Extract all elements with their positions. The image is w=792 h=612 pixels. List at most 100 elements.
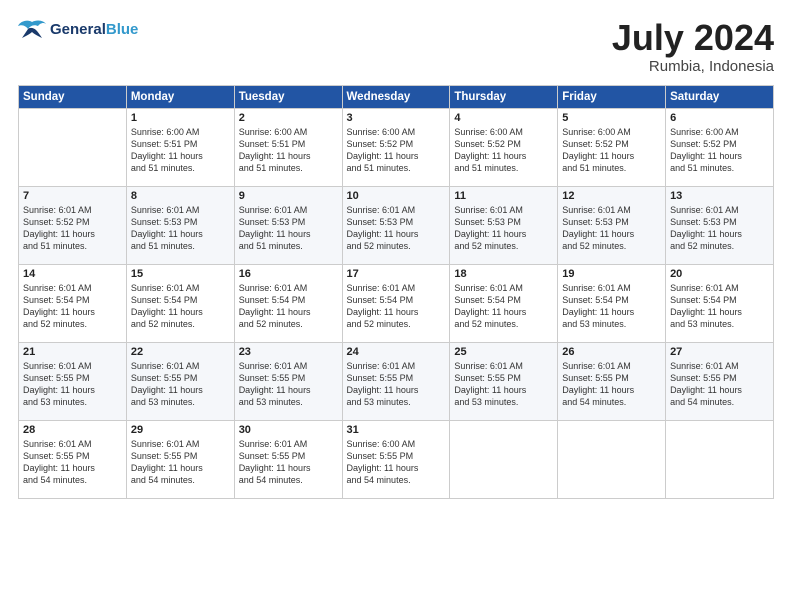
- calendar-cell: 11 Sunrise: 6:01 AM Sunset: 5:53 PM Dayli…: [450, 186, 558, 264]
- calendar-cell: 28 Sunrise: 6:01 AM Sunset: 5:55 PM Dayli…: [19, 420, 127, 498]
- day-number: 23: [239, 346, 338, 358]
- logo-icon: [18, 18, 46, 40]
- day-info: Sunrise: 6:01 AM Sunset: 5:53 PM Dayligh…: [454, 204, 553, 253]
- calendar-cell: 16 Sunrise: 6:01 AM Sunset: 5:54 PM Dayli…: [234, 264, 342, 342]
- calendar-cell: 21 Sunrise: 6:01 AM Sunset: 5:55 PM Dayli…: [19, 342, 127, 420]
- calendar-cell: 25Sunrise: 6:01 AM Sunset: 5:55 PM Dayli…: [450, 342, 558, 420]
- day-number: 28: [23, 424, 122, 436]
- month-title: July 2024: [612, 18, 774, 58]
- day-info: Sunrise: 6:01 AM Sunset: 5:54 PM Dayligh…: [239, 282, 338, 331]
- calendar-cell: 26Sunrise: 6:01 AM Sunset: 5:55 PM Dayli…: [558, 342, 666, 420]
- col-header-wednesday: Wednesday: [342, 85, 450, 108]
- day-number: 17: [347, 268, 446, 280]
- calendar-cell: 22 Sunrise: 6:01 AM Sunset: 5:55 PM Dayli…: [126, 342, 234, 420]
- calendar-cell: 27 Sunrise: 6:01 AM Sunset: 5:55 PM Dayli…: [666, 342, 774, 420]
- calendar-cell: 23 Sunrise: 6:01 AM Sunset: 5:55 PM Dayli…: [234, 342, 342, 420]
- calendar-cell: 19 Sunrise: 6:01 AM Sunset: 5:54 PM Dayli…: [558, 264, 666, 342]
- day-number: 9: [239, 190, 338, 202]
- day-number: 11: [454, 190, 553, 202]
- day-number: 1: [131, 112, 230, 124]
- day-info: Sunrise: 6:01 AM Sunset: 5:55 PM Dayligh…: [670, 360, 769, 409]
- day-number: 3: [347, 112, 446, 124]
- calendar-cell: 3Sunrise: 6:00 AM Sunset: 5:52 PM Daylig…: [342, 108, 450, 186]
- day-info: Sunrise: 6:01 AM Sunset: 5:52 PM Dayligh…: [23, 204, 122, 253]
- day-info: Sunrise: 6:00 AM Sunset: 5:55 PM Dayligh…: [347, 438, 446, 487]
- calendar-cell: 10 Sunrise: 6:01 AM Sunset: 5:53 PM Dayli…: [342, 186, 450, 264]
- calendar-cell: 12Sunrise: 6:01 AM Sunset: 5:53 PM Dayli…: [558, 186, 666, 264]
- calendar-cell: 2Sunrise: 6:00 AM Sunset: 5:51 PM Daylig…: [234, 108, 342, 186]
- week-row-3: 14Sunrise: 6:01 AM Sunset: 5:54 PM Dayli…: [19, 264, 774, 342]
- calendar-cell: 31Sunrise: 6:00 AM Sunset: 5:55 PM Dayli…: [342, 420, 450, 498]
- week-row-1: 1 Sunrise: 6:00 AM Sunset: 5:51 PM Daylig…: [19, 108, 774, 186]
- week-row-5: 28 Sunrise: 6:01 AM Sunset: 5:55 PM Dayli…: [19, 420, 774, 498]
- day-number: 15: [131, 268, 230, 280]
- calendar-cell: 7 Sunrise: 6:01 AM Sunset: 5:52 PM Daylig…: [19, 186, 127, 264]
- logo: GeneralBlue: [18, 18, 138, 40]
- day-info: Sunrise: 6:01 AM Sunset: 5:54 PM Dayligh…: [347, 282, 446, 331]
- day-number: 2: [239, 112, 338, 124]
- day-number: 25: [454, 346, 553, 358]
- day-info: Sunrise: 6:01 AM Sunset: 5:55 PM Dayligh…: [131, 438, 230, 487]
- week-row-2: 7 Sunrise: 6:01 AM Sunset: 5:52 PM Daylig…: [19, 186, 774, 264]
- day-info: Sunrise: 6:00 AM Sunset: 5:52 PM Dayligh…: [454, 126, 553, 175]
- day-number: 8: [131, 190, 230, 202]
- day-info: Sunrise: 6:01 AM Sunset: 5:53 PM Dayligh…: [239, 204, 338, 253]
- day-number: 29: [131, 424, 230, 436]
- calendar-cell: 18Sunrise: 6:01 AM Sunset: 5:54 PM Dayli…: [450, 264, 558, 342]
- day-number: 26: [562, 346, 661, 358]
- day-number: 24: [347, 346, 446, 358]
- day-info: Sunrise: 6:00 AM Sunset: 5:52 PM Dayligh…: [562, 126, 661, 175]
- calendar-cell: 13Sunrise: 6:01 AM Sunset: 5:53 PM Dayli…: [666, 186, 774, 264]
- day-number: 19: [562, 268, 661, 280]
- col-header-sunday: Sunday: [19, 85, 127, 108]
- title-block: July 2024 Rumbia, Indonesia: [612, 18, 774, 75]
- day-number: 5: [562, 112, 661, 124]
- day-number: 30: [239, 424, 338, 436]
- day-info: Sunrise: 6:01 AM Sunset: 5:53 PM Dayligh…: [347, 204, 446, 253]
- calendar-cell: [666, 420, 774, 498]
- day-info: Sunrise: 6:01 AM Sunset: 5:55 PM Dayligh…: [23, 438, 122, 487]
- day-info: Sunrise: 6:01 AM Sunset: 5:55 PM Dayligh…: [239, 360, 338, 409]
- calendar-cell: 8Sunrise: 6:01 AM Sunset: 5:53 PM Daylig…: [126, 186, 234, 264]
- day-number: 27: [670, 346, 769, 358]
- calendar-cell: 20Sunrise: 6:01 AM Sunset: 5:54 PM Dayli…: [666, 264, 774, 342]
- day-number: 16: [239, 268, 338, 280]
- day-info: Sunrise: 6:01 AM Sunset: 5:55 PM Dayligh…: [347, 360, 446, 409]
- calendar-cell: 29 Sunrise: 6:01 AM Sunset: 5:55 PM Dayli…: [126, 420, 234, 498]
- day-number: 6: [670, 112, 769, 124]
- header-row: SundayMondayTuesdayWednesdayThursdayFrid…: [19, 85, 774, 108]
- calendar-cell: 15 Sunrise: 6:01 AM Sunset: 5:54 PM Dayli…: [126, 264, 234, 342]
- location: Rumbia, Indonesia: [612, 58, 774, 75]
- calendar-cell: 30 Sunrise: 6:01 AM Sunset: 5:55 PM Dayli…: [234, 420, 342, 498]
- logo-text: GeneralBlue: [50, 21, 138, 38]
- day-info: Sunrise: 6:01 AM Sunset: 5:53 PM Dayligh…: [562, 204, 661, 253]
- day-number: 4: [454, 112, 553, 124]
- col-header-friday: Friday: [558, 85, 666, 108]
- calendar-cell: 9 Sunrise: 6:01 AM Sunset: 5:53 PM Daylig…: [234, 186, 342, 264]
- day-info: Sunrise: 6:01 AM Sunset: 5:54 PM Dayligh…: [131, 282, 230, 331]
- calendar-cell: 6Sunrise: 6:00 AM Sunset: 5:52 PM Daylig…: [666, 108, 774, 186]
- calendar-cell: [450, 420, 558, 498]
- day-number: 10: [347, 190, 446, 202]
- day-info: Sunrise: 6:01 AM Sunset: 5:54 PM Dayligh…: [562, 282, 661, 331]
- col-header-saturday: Saturday: [666, 85, 774, 108]
- day-info: Sunrise: 6:01 AM Sunset: 5:55 PM Dayligh…: [23, 360, 122, 409]
- calendar-cell: [558, 420, 666, 498]
- day-number: 7: [23, 190, 122, 202]
- day-number: 21: [23, 346, 122, 358]
- calendar-cell: 1 Sunrise: 6:00 AM Sunset: 5:51 PM Daylig…: [126, 108, 234, 186]
- calendar-cell: 17 Sunrise: 6:01 AM Sunset: 5:54 PM Dayli…: [342, 264, 450, 342]
- week-row-4: 21 Sunrise: 6:01 AM Sunset: 5:55 PM Dayli…: [19, 342, 774, 420]
- day-number: 22: [131, 346, 230, 358]
- calendar-cell: 5 Sunrise: 6:00 AM Sunset: 5:52 PM Daylig…: [558, 108, 666, 186]
- day-info: Sunrise: 6:01 AM Sunset: 5:55 PM Dayligh…: [131, 360, 230, 409]
- day-info: Sunrise: 6:01 AM Sunset: 5:55 PM Dayligh…: [239, 438, 338, 487]
- calendar-cell: 14Sunrise: 6:01 AM Sunset: 5:54 PM Dayli…: [19, 264, 127, 342]
- calendar-cell: 4 Sunrise: 6:00 AM Sunset: 5:52 PM Daylig…: [450, 108, 558, 186]
- calendar-table: SundayMondayTuesdayWednesdayThursdayFrid…: [18, 85, 774, 499]
- calendar-cell: [19, 108, 127, 186]
- day-info: Sunrise: 6:00 AM Sunset: 5:51 PM Dayligh…: [131, 126, 230, 175]
- col-header-monday: Monday: [126, 85, 234, 108]
- col-header-tuesday: Tuesday: [234, 85, 342, 108]
- col-header-thursday: Thursday: [450, 85, 558, 108]
